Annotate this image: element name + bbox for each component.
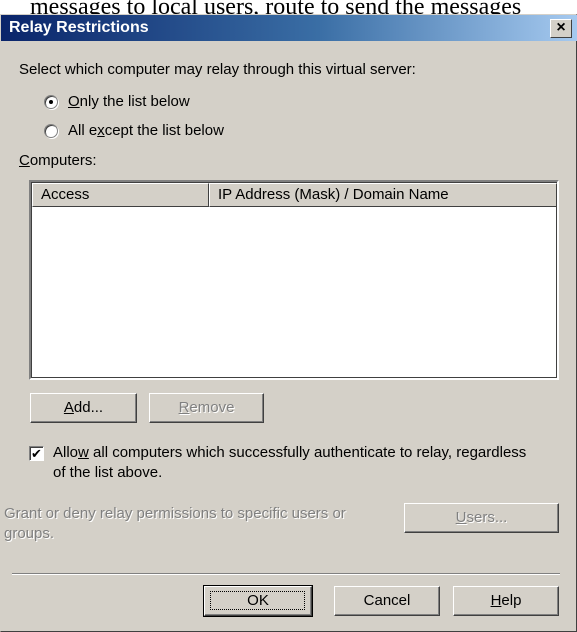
cancel-button[interactable]: Cancel — [334, 586, 440, 616]
hotkey-letter: C — [19, 152, 30, 169]
relay-selection-prompt: Select which computer may relay through … — [19, 61, 416, 78]
button-label: Cancel — [363, 592, 411, 609]
hotkey-letter: R — [178, 399, 190, 416]
allow-authenticated-checkbox[interactable]: ✔ — [29, 446, 44, 461]
close-button[interactable]: × — [550, 19, 572, 38]
allow-authenticated-label-line2: of the list above. — [53, 464, 163, 481]
help-button[interactable]: Help — [453, 586, 559, 616]
permissions-description-line2: groups. — [4, 525, 55, 542]
hotkey-letter: U — [455, 509, 467, 526]
hotkey-letter: H — [490, 592, 502, 609]
focus-rectangle — [210, 591, 305, 610]
add-button[interactable]: Add... — [30, 393, 137, 423]
radio-all-except-list[interactable] — [44, 124, 58, 138]
button-label: dd... — [73, 399, 104, 416]
radio-label-only-list-below[interactable]: Only the list below — [68, 93, 190, 111]
remove-button[interactable]: Remove — [149, 393, 264, 423]
hotkey-letter: A — [63, 399, 74, 416]
checkmark-icon: ✔ — [31, 446, 42, 461]
column-header-access[interactable]: Access — [32, 183, 209, 207]
hotkey-letter: x — [97, 122, 105, 139]
label-text: nly the list below — [79, 93, 190, 110]
label-text: Allo — [53, 444, 79, 461]
close-icon: × — [556, 19, 566, 36]
button-label: elp — [501, 592, 522, 609]
computers-label: Computers: — [19, 152, 97, 170]
label-text: cept the list below — [104, 122, 224, 139]
hotkey-letter: O — [68, 93, 80, 110]
radio-only-list-below[interactable] — [44, 95, 58, 109]
title-bar[interactable]: Relay Restrictions × — [1, 15, 577, 41]
label-text: all computers which successfully authent… — [88, 444, 527, 461]
allow-authenticated-label[interactable]: Allow all computers which successfully a… — [53, 444, 526, 462]
relay-restrictions-dialog: Relay Restrictions × Select which comput… — [0, 14, 577, 632]
button-label: sers... — [466, 509, 508, 526]
background-window-text: messages to local users, route to send t… — [30, 0, 522, 14]
hotkey-letter: w — [78, 444, 89, 461]
computers-list[interactable]: Access IP Address (Mask) / Domain Name — [29, 180, 559, 380]
column-header-ip-domain[interactable]: IP Address (Mask) / Domain Name — [209, 183, 557, 207]
radio-selected-dot — [49, 100, 53, 104]
dialog-title: Relay Restrictions — [9, 19, 149, 36]
list-header: Access IP Address (Mask) / Domain Name — [32, 183, 557, 207]
button-label: emove — [189, 399, 235, 416]
label-text: All e — [68, 122, 98, 139]
label-text: omputers: — [29, 152, 97, 169]
permissions-description-line1: Grant or deny relay permissions to speci… — [4, 505, 346, 522]
separator — [12, 573, 560, 575]
ok-button[interactable]: OK — [203, 585, 313, 617]
users-button[interactable]: Users... — [404, 503, 559, 533]
radio-label-all-except-list[interactable]: All except the list below — [68, 122, 224, 140]
